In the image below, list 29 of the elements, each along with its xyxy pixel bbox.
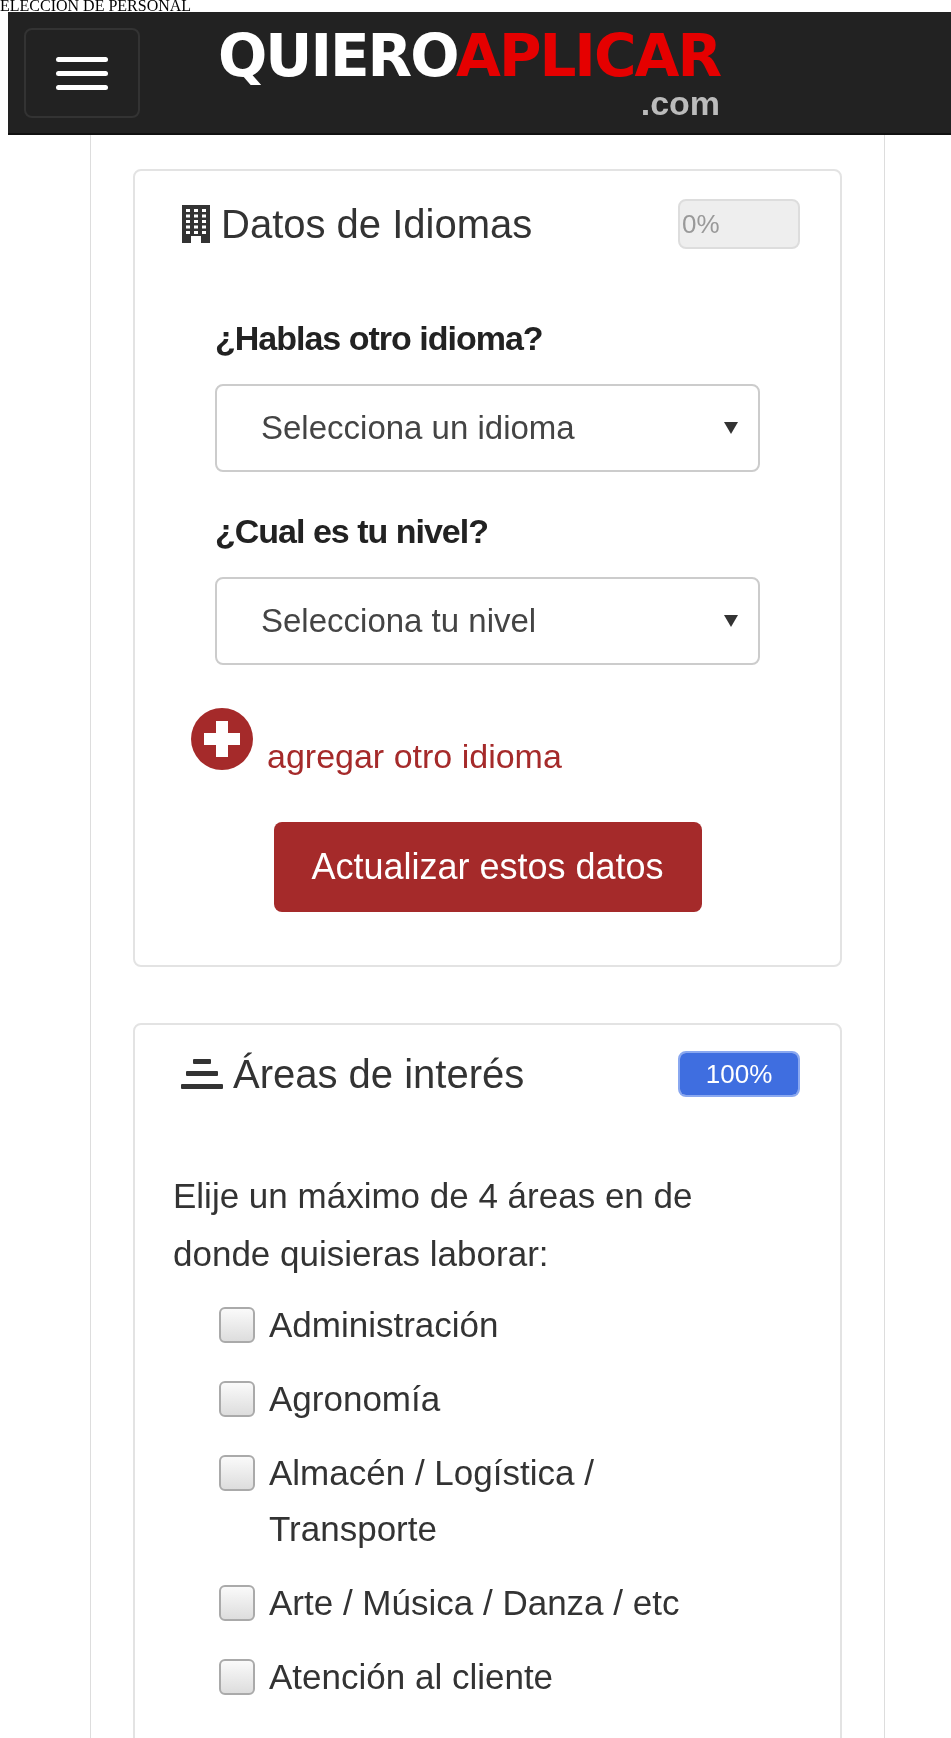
caret-icon: [724, 615, 738, 627]
progress-reading: 0%: [681, 207, 721, 241]
page-title: ELECCION DE PERSONAL: [0, 0, 193, 12]
instructions-text: Elije un máximo de 4 áreas en de donde quisieras laborar:: [173, 1175, 694, 1275]
progress-reading: 100%: [704, 1057, 774, 1091]
area-option-label[interactable]: Agronomía: [269, 1371, 441, 1427]
caret-icon: [724, 422, 738, 434]
checkbox[interactable]: [219, 1585, 255, 1621]
area-option-label[interactable]: Atención al cliente: [269, 1649, 554, 1705]
select-field[interactable]: Selecciona tu nivel: [215, 577, 760, 665]
checkbox[interactable]: [219, 1659, 255, 1695]
checkbox[interactable]: [219, 1307, 255, 1343]
stacked-lines-icon: [181, 1057, 223, 1091]
update-button[interactable]: Actualizar estos datos: [273, 822, 702, 912]
area-option-label[interactable]: Arte / Música / Danza / etc: [269, 1575, 680, 1631]
field-label: ¿Hablas otro idioma?: [215, 319, 544, 358]
checkbox[interactable]: [219, 1455, 255, 1491]
card-title: Áreas de interés: [233, 1051, 526, 1097]
checkbox[interactable]: [219, 1381, 255, 1417]
select-field[interactable]: Selecciona un idioma: [215, 384, 760, 472]
building-icon: [181, 204, 211, 244]
area-option-label[interactable]: Almacén / Logística / Transporte: [269, 1445, 689, 1557]
field-label: ¿Cual es tu nivel?: [215, 512, 489, 551]
add-language-link[interactable]: agregar otro idioma: [267, 701, 562, 776]
plus-circle-icon[interactable]: [191, 707, 253, 770]
area-option-label[interactable]: Administración: [269, 1297, 499, 1353]
menu-button[interactable]: [24, 27, 140, 118]
site-logo[interactable]: QUIEROAPLICAR .com: [218, 25, 721, 120]
card-title: Datos de Idiomas: [221, 201, 534, 247]
